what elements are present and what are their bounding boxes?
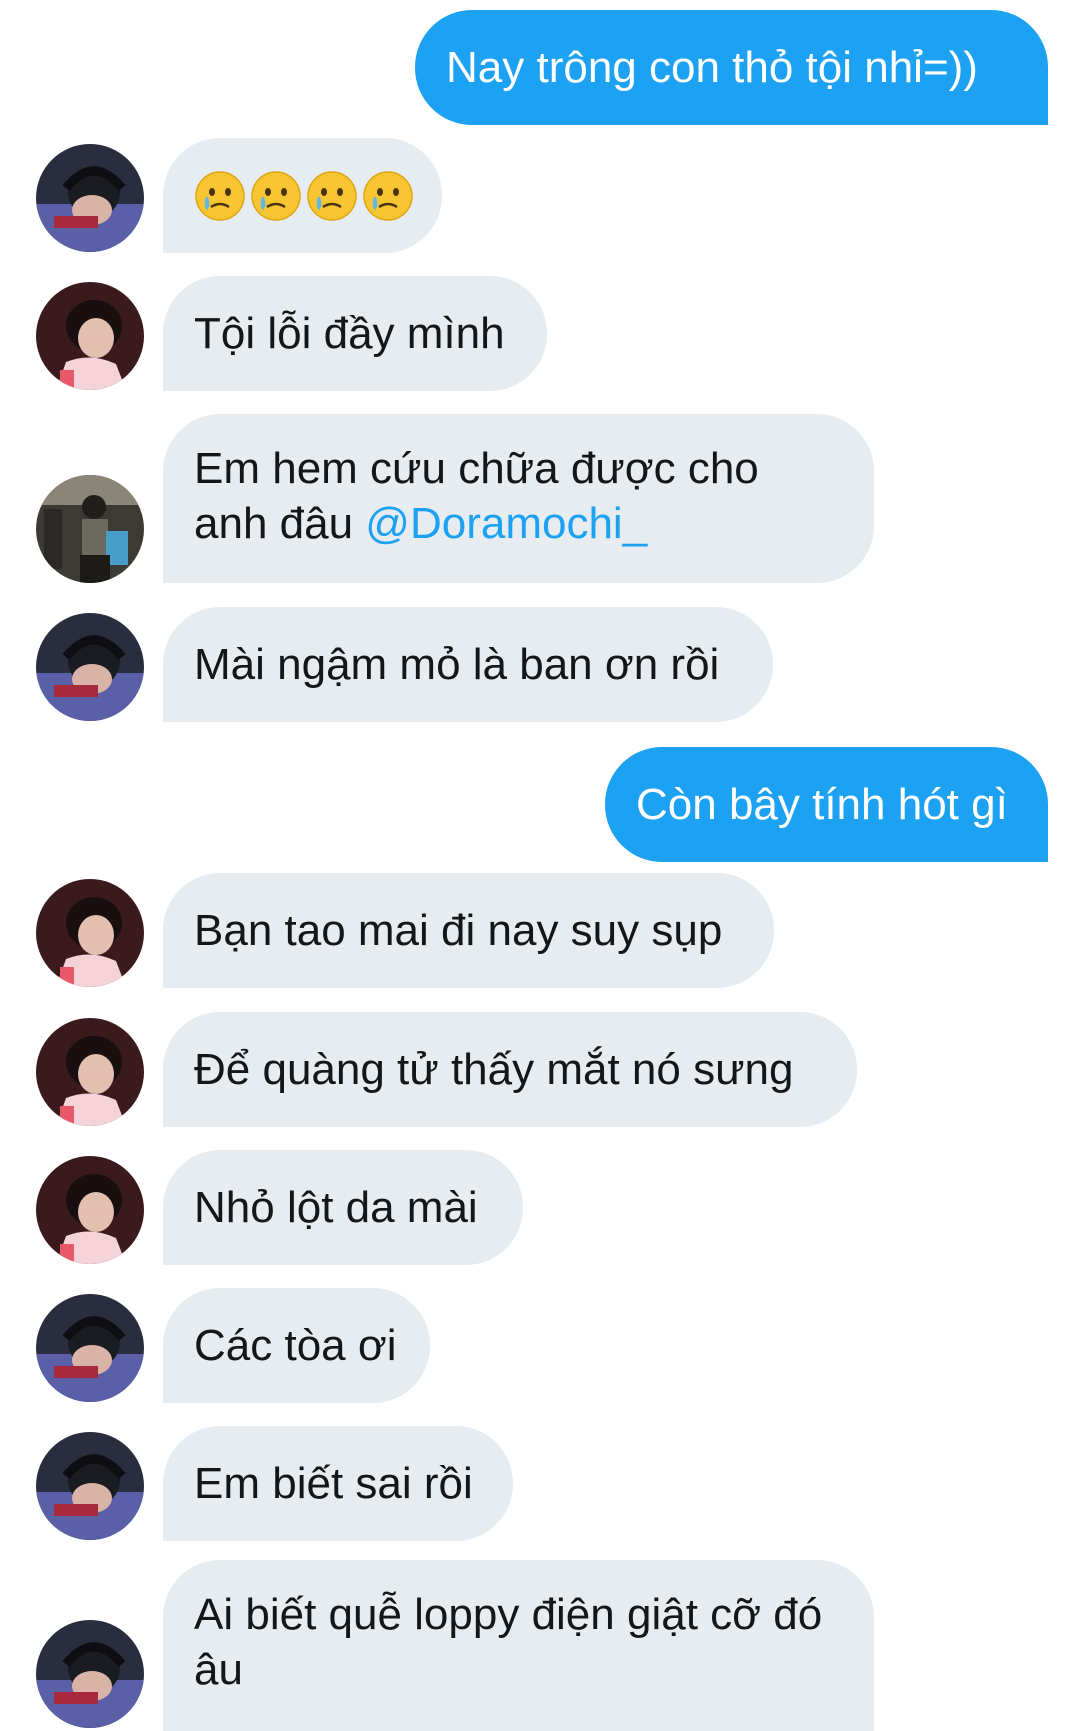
avatar[interactable] [36, 1018, 144, 1126]
crying-face-emoji [250, 170, 302, 222]
message-bubble-incoming[interactable]: Mài ngậm mỏ là ban ơn rồi [163, 607, 773, 722]
message-text-block: Em hem cứu chữa được cho anh đâu @Doramo… [194, 441, 843, 551]
message-text: Ai biết quễ loppy điện giật cỡ đó âu [194, 1590, 823, 1694]
message-text: Tội lỗi đầy mình [194, 309, 505, 358]
message-text: Các tòa ơi [194, 1321, 397, 1370]
avatar[interactable] [36, 1620, 144, 1728]
message-text: Còn bây tính hót gì [636, 780, 1008, 829]
message-bubble-incoming[interactable]: Các tòa ơi [163, 1288, 430, 1403]
avatar-headphones-image [36, 1432, 144, 1540]
message-bubble-incoming[interactable] [163, 138, 442, 253]
crying-face-emoji [194, 170, 246, 222]
avatar-headphones-image [36, 144, 144, 252]
message-bubble-incoming[interactable]: Bạn tao mai đi nay suy sụp [163, 873, 774, 988]
avatar[interactable] [36, 1294, 144, 1402]
avatar[interactable] [36, 1432, 144, 1540]
message-bubble-incoming[interactable]: Nhỏ lột da mài [163, 1150, 523, 1265]
message-bubble-outgoing[interactable]: Còn bây tính hót gì [605, 747, 1048, 862]
message-bubble-outgoing[interactable]: Nay trông con thỏ tội nhỉ=)) [415, 10, 1048, 125]
avatar[interactable] [36, 144, 144, 252]
message-text: Mài ngậm mỏ là ban ơn rồi [194, 640, 720, 689]
message-text: Bạn tao mai đi nay suy sụp [194, 906, 723, 955]
message-text: Nhỏ lột da mài [194, 1183, 478, 1232]
message-text: Để quàng tử thấy mắt nó sưng [194, 1045, 794, 1094]
message-bubble-incoming[interactable]: Ai biết quễ loppy điện giật cỡ đó âu [163, 1560, 874, 1731]
avatar-dark-hair-image [36, 282, 144, 390]
avatar[interactable] [36, 475, 144, 583]
message-bubble-incoming[interactable]: Để quàng tử thấy mắt nó sưng [163, 1012, 857, 1127]
message-text-block: Ai biết quễ loppy điện giật cỡ đó âu [194, 1587, 824, 1697]
avatar-dark-hair-image [36, 1018, 144, 1126]
crying-face-emoji [306, 170, 358, 222]
emoji-group [194, 170, 414, 222]
avatar-dark-hair-image [36, 879, 144, 987]
avatar-headphones-image [36, 1620, 144, 1728]
message-bubble-incoming[interactable]: Em hem cứu chữa được cho anh đâu @Doramo… [163, 414, 874, 583]
message-text: Em biết sai rồi [194, 1459, 473, 1508]
avatar-gym-image [36, 475, 144, 583]
avatar[interactable] [36, 1156, 144, 1264]
message-bubble-incoming[interactable]: Em biết sai rồi [163, 1426, 513, 1541]
avatar[interactable] [36, 613, 144, 721]
message-text: Nay trông con thỏ tội nhỉ=)) [446, 43, 978, 92]
avatar[interactable] [36, 282, 144, 390]
avatar-dark-hair-image [36, 1156, 144, 1264]
avatar[interactable] [36, 879, 144, 987]
message-bubble-incoming[interactable]: Tội lỗi đầy mình [163, 276, 547, 391]
mention-link[interactable]: @Doramochi_ [365, 499, 647, 548]
avatar-headphones-image [36, 1294, 144, 1402]
crying-face-emoji [362, 170, 414, 222]
avatar-headphones-image [36, 613, 144, 721]
